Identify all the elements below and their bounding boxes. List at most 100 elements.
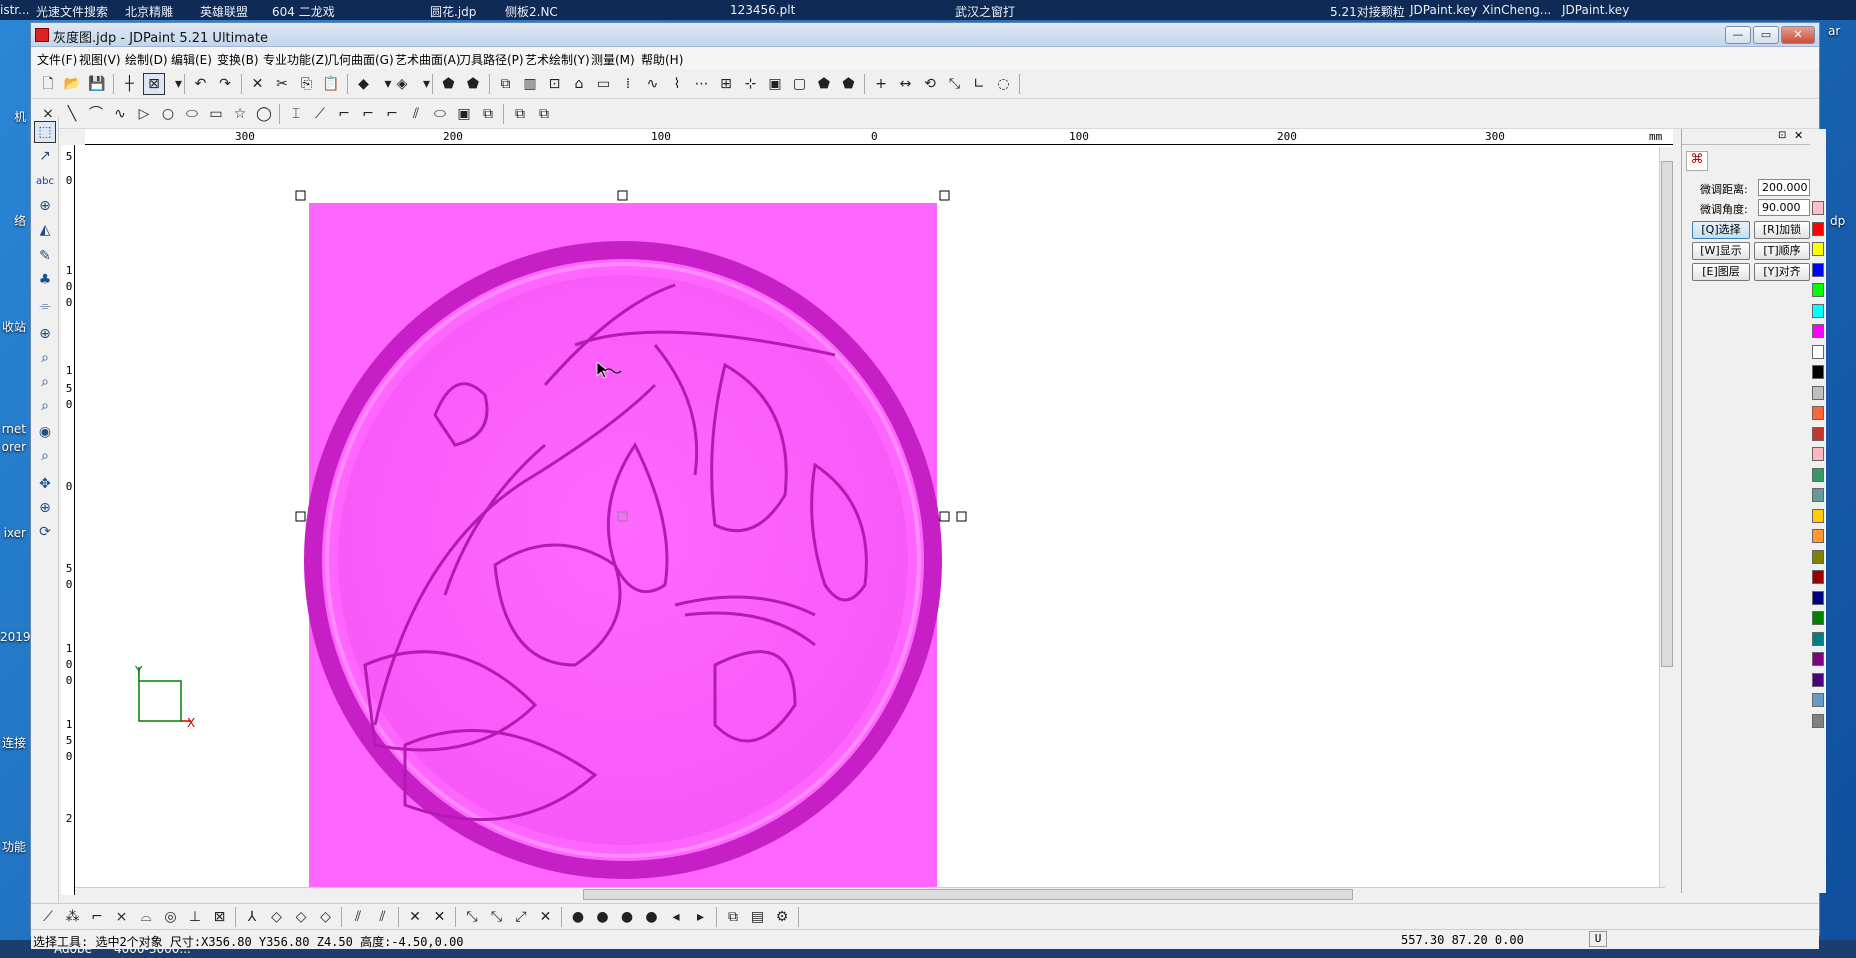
color-swatch[interactable]	[1812, 324, 1824, 338]
taskbar-item[interactable]: 123456.plt	[730, 3, 795, 17]
zoom-out-icon[interactable]: ⌕	[34, 371, 56, 393]
color-swatch[interactable]	[1812, 590, 1824, 605]
cancel-icon[interactable]: ✕	[535, 906, 557, 928]
transform1-icon[interactable]: ⧉	[477, 103, 499, 125]
select-button[interactable]: [Q]选择	[1692, 221, 1750, 239]
measure-icon[interactable]: ⌯	[34, 295, 56, 317]
transform3-icon[interactable]: ⧉	[533, 103, 555, 125]
cut-icon[interactable]: ✂	[271, 73, 293, 95]
eye-icon[interactable]: ◉	[34, 421, 56, 443]
taskbar-item[interactable]: istr...	[0, 3, 30, 17]
taskbar-item[interactable]: 北京精雕	[125, 3, 173, 20]
desktop-icon-label[interactable]: dp	[1830, 214, 1845, 228]
desktop-icon-label[interactable]: 机	[0, 108, 26, 125]
path-icon[interactable]: ⋯	[691, 73, 713, 95]
path1-icon[interactable]: ⤡	[461, 906, 483, 928]
light3-icon[interactable]: ●	[616, 906, 638, 928]
shield-icon[interactable]: ⬟	[438, 73, 460, 95]
light4-icon[interactable]: ●	[641, 906, 663, 928]
taskbar-item[interactable]: 圆花.jdp	[430, 3, 476, 20]
light5-icon[interactable]: ◂	[665, 906, 687, 928]
color-swatch[interactable]	[1812, 262, 1824, 277]
menu-item[interactable]: 专业功能(Z)	[263, 51, 329, 68]
light2-icon[interactable]: ●	[592, 906, 614, 928]
desktop-icon-label[interactable]: 2019	[0, 630, 31, 644]
color-swatch[interactable]	[1812, 529, 1824, 543]
fillet-icon[interactable]: ⌐	[333, 103, 355, 125]
delete-icon[interactable]: ✕	[247, 73, 269, 95]
dropdown-icon[interactable]: ▾	[416, 73, 438, 95]
menu-item[interactable]: 文件(F)	[37, 51, 77, 68]
align-icon[interactable]: ▥	[519, 73, 541, 95]
desktop-icon-label[interactable]: ar	[1828, 24, 1840, 38]
desktop-icon-label[interactable]: 络	[0, 212, 26, 229]
zoom-icon[interactable]: ⊕	[34, 497, 56, 519]
grid-icon[interactable]: ⊞	[715, 73, 737, 95]
color-swatch[interactable]	[1812, 426, 1824, 441]
star-icon[interactable]: ☆	[229, 103, 251, 125]
plus-icon[interactable]: +	[870, 73, 892, 95]
color-swatch[interactable]	[1812, 447, 1824, 461]
layer-icon[interactable]: ▣	[764, 73, 786, 95]
snap-perp-icon[interactable]: ⊥	[184, 906, 206, 928]
snap-cross-icon[interactable]: ⨯	[111, 906, 133, 928]
save-icon[interactable]: 💾	[86, 73, 108, 95]
menu-item[interactable]: 编辑(E)	[171, 51, 212, 68]
title-bar[interactable]: 灰度图.jdp - JDPaint 5.21 Ultimate — ▭ ✕	[31, 23, 1819, 47]
desktop-icon-label[interactable]: 收站	[0, 318, 26, 335]
delete-node1-icon[interactable]: ✕	[404, 906, 426, 928]
surface1-icon[interactable]: ⫽	[347, 906, 369, 928]
snap-diamond2-icon[interactable]: ◇	[290, 906, 312, 928]
undo-icon[interactable]: ↶	[190, 73, 212, 95]
transform2-icon[interactable]: ⧉	[509, 103, 531, 125]
display-button[interactable]: [W]显示	[1692, 242, 1750, 260]
zoom-all-icon[interactable]: ⌕	[34, 445, 56, 467]
menu-item[interactable]: 艺术绘制(Y)	[525, 51, 590, 68]
taskbar-item[interactable]: JDPaint.key	[1410, 3, 1477, 17]
color-swatch[interactable]	[1812, 488, 1824, 502]
close-icon[interactable]: ✕	[1794, 129, 1803, 142]
view3d-icon[interactable]: ◈	[391, 73, 413, 95]
light6-icon[interactable]: ▸	[690, 906, 712, 928]
color-swatch[interactable]	[1812, 713, 1824, 728]
select-icon[interactable]: ⬚	[34, 121, 56, 143]
handle[interactable]	[295, 190, 306, 201]
shield-dark-icon[interactable]: ⬟	[462, 73, 484, 95]
light1-icon[interactable]: ●	[567, 906, 589, 928]
desktop-icon-label[interactable]: orer	[0, 440, 26, 454]
taskbar-item[interactable]: 5.21对接颗粒	[1330, 3, 1405, 20]
corner-icon[interactable]: ⌐	[381, 103, 403, 125]
path2-icon[interactable]: ⤡	[486, 906, 508, 928]
snap-arc-icon[interactable]: ⌓	[135, 906, 157, 928]
snap-point-icon[interactable]: ⁂	[62, 906, 84, 928]
circle2-icon[interactable]: ◯	[253, 103, 275, 125]
menu-item[interactable]: 刀具路径(P)	[459, 51, 524, 68]
layer-button[interactable]: [E]图层	[1692, 263, 1750, 281]
color-swatch[interactable]	[1812, 201, 1824, 215]
arc-icon[interactable]: ⌒	[85, 103, 107, 125]
color-swatch[interactable]	[1812, 549, 1824, 564]
snap-center-icon[interactable]: ◎	[160, 906, 182, 928]
color-swatch[interactable]	[1812, 242, 1824, 256]
snap-box-icon[interactable]: ⊠	[209, 906, 231, 928]
trim-icon[interactable]: ⌶	[285, 103, 307, 125]
minimize-button[interactable]: —	[1725, 26, 1751, 44]
offset-icon[interactable]: ⫽	[405, 103, 427, 125]
menu-item[interactable]: 变换(B)	[217, 51, 259, 68]
taskbar-item[interactable]: JDPaint.key	[1562, 3, 1629, 17]
polyline-icon[interactable]: ▷	[133, 103, 155, 125]
pen-icon[interactable]: ✎	[34, 245, 56, 267]
menu-item[interactable]: 测量(M)	[591, 51, 635, 68]
maximize-button[interactable]: ▭	[1753, 26, 1779, 44]
color-swatch[interactable]	[1812, 344, 1824, 359]
pin-icon[interactable]: ⊡	[1778, 130, 1786, 141]
panel-tab-icon[interactable]: ⌘	[1686, 151, 1708, 171]
menu-item[interactable]: 绘制(D)	[125, 51, 168, 68]
color-swatch[interactable]	[1812, 365, 1824, 379]
menu-item[interactable]: 艺术曲面(A)	[395, 51, 461, 68]
line-icon[interactable]: ╲	[61, 103, 83, 125]
snap-line-icon[interactable]: ⟋	[37, 906, 59, 928]
zoom-in-icon[interactable]: ⌕	[34, 347, 56, 369]
snap-icon[interactable]: ⊹	[740, 73, 762, 95]
lock-button[interactable]: [R]加锁	[1754, 221, 1810, 239]
